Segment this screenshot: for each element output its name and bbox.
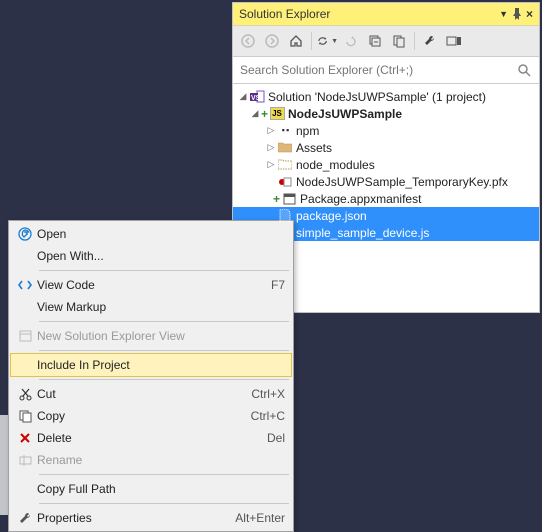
manifest-icon	[281, 192, 297, 206]
svg-text:VS: VS	[251, 95, 261, 102]
node-modules-node[interactable]: ▷ node_modules	[233, 156, 539, 173]
context-menu: Open Open With... View Code F7 View Mark…	[8, 220, 294, 532]
menu-copy-full-path[interactable]: Copy Full Path	[11, 478, 291, 500]
show-all-files-button[interactable]	[388, 30, 410, 52]
code-icon	[13, 279, 37, 291]
close-icon[interactable]: ×	[526, 3, 533, 25]
tree-label: npm	[296, 124, 319, 138]
search-box[interactable]	[233, 57, 539, 84]
solution-icon: VS	[249, 90, 265, 104]
nav-back-button[interactable]	[237, 30, 259, 52]
npm-icon: ▪▪	[277, 124, 293, 138]
pfx-node[interactable]: NodeJsUWPSample_TemporaryKey.pfx	[233, 173, 539, 190]
expand-icon[interactable]: ◢	[249, 108, 261, 119]
package-json-node[interactable]: package.json	[233, 207, 539, 224]
menu-cut[interactable]: Cut Ctrl+X	[11, 383, 291, 405]
copy-icon	[13, 410, 37, 423]
menu-delete[interactable]: Delete Del	[11, 427, 291, 449]
window-icon	[13, 330, 37, 342]
properties-button[interactable]	[419, 30, 441, 52]
tree-label: package.json	[296, 209, 367, 223]
certificate-icon	[277, 175, 293, 189]
preview-button[interactable]	[443, 30, 465, 52]
separator	[39, 474, 289, 475]
menu-open-with[interactable]: Open With...	[11, 245, 291, 267]
menu-view-code[interactable]: View Code F7	[11, 274, 291, 296]
nav-forward-button[interactable]	[261, 30, 283, 52]
toolbar: ▼	[233, 26, 539, 57]
sync-button[interactable]: ▼	[316, 30, 338, 52]
assets-node[interactable]: ▷ Assets	[233, 139, 539, 156]
npm-node[interactable]: ▷ ▪▪ npm	[233, 122, 539, 139]
project-node[interactable]: ◢ + JS NodeJsUWPSample	[233, 105, 539, 122]
file-icon	[277, 209, 293, 223]
wrench-icon	[13, 512, 37, 525]
open-icon	[13, 227, 37, 241]
separator	[39, 379, 289, 380]
delete-icon	[13, 432, 37, 444]
refresh-button[interactable]	[340, 30, 362, 52]
manifest-node[interactable]: + Package.appxmanifest	[233, 190, 539, 207]
menu-new-explorer-view: New Solution Explorer View	[11, 325, 291, 347]
tree-label: NodeJsUWPSample_TemporaryKey.pfx	[296, 175, 508, 189]
solution-node[interactable]: ◢ VS Solution 'NodeJsUWPSample' (1 proje…	[233, 88, 539, 105]
search-input[interactable]	[237, 60, 514, 80]
pin-icon[interactable]	[512, 8, 522, 20]
rename-icon	[13, 455, 37, 466]
separator	[39, 503, 289, 504]
folder-icon	[277, 158, 293, 172]
dropdown-icon[interactable]: ▼	[499, 3, 508, 25]
tree-label: Assets	[296, 141, 332, 155]
tree-label: Solution 'NodeJsUWPSample' (1 project)	[268, 90, 486, 104]
separator	[39, 321, 289, 322]
home-button[interactable]	[285, 30, 307, 52]
expand-icon[interactable]: ▷	[265, 125, 277, 136]
tree-label: node_modules	[296, 158, 375, 172]
tree-label: Package.appxmanifest	[300, 192, 421, 206]
panel-title-text: Solution Explorer	[239, 3, 330, 25]
folder-icon	[277, 141, 293, 155]
separator	[39, 350, 289, 351]
menu-rename: Rename	[11, 449, 291, 471]
separator	[39, 270, 289, 271]
tree-label: simple_sample_device.js	[296, 226, 429, 240]
menu-copy[interactable]: Copy Ctrl+C	[11, 405, 291, 427]
menu-view-markup[interactable]: View Markup	[11, 296, 291, 318]
search-icon[interactable]	[514, 64, 535, 77]
cut-icon	[13, 388, 37, 401]
expand-icon[interactable]: ◢	[237, 91, 249, 102]
menu-open[interactable]: Open	[11, 223, 291, 245]
js-project-icon: JS	[269, 107, 285, 121]
menu-include-in-project[interactable]: Include In Project	[10, 353, 292, 377]
menu-properties[interactable]: Properties Alt+Enter	[11, 507, 291, 529]
collapse-all-button[interactable]	[364, 30, 386, 52]
expand-icon[interactable]: ▷	[265, 142, 277, 153]
tree-label: NodeJsUWPSample	[288, 107, 402, 121]
expand-icon[interactable]: ▷	[265, 159, 277, 170]
panel-title-bar[interactable]: Solution Explorer ▼ ×	[233, 3, 539, 26]
